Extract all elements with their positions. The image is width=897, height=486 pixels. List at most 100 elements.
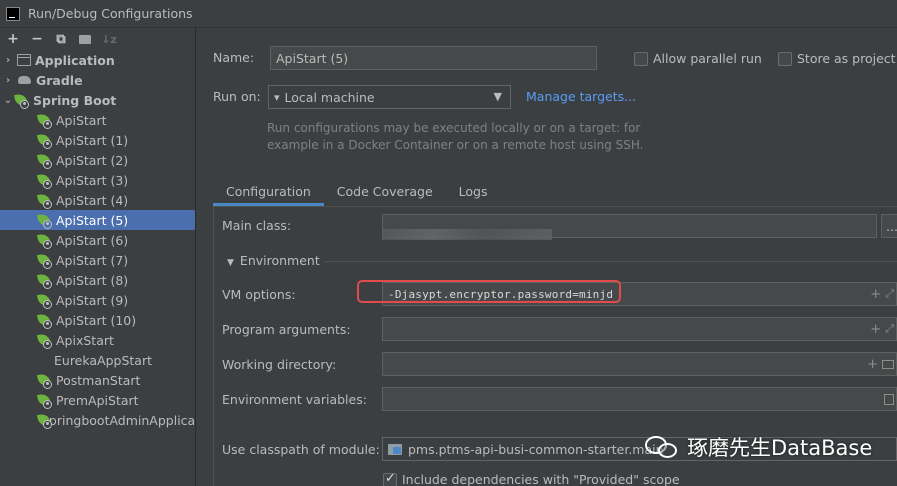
- tree-item-apistart-7[interactable]: ApiStart (7): [0, 250, 195, 270]
- watermark-text: 琢磨先生DataBase: [687, 436, 873, 460]
- tree-item-apixstart[interactable]: ApixStart: [0, 330, 195, 350]
- spring-boot-icon: [37, 152, 53, 169]
- tree-item-label: ApiStart (1): [56, 132, 129, 148]
- chevron-right-icon[interactable]: ›: [1, 75, 15, 86]
- program-arguments-label: Program arguments:: [222, 322, 351, 337]
- section-divider: [324, 261, 897, 262]
- name-input-value: ApiStart (5): [276, 50, 349, 66]
- redacted-main-class: [382, 229, 552, 240]
- tree-item-label: ApiStart (3): [56, 172, 129, 188]
- field-actions: + ⤢: [870, 318, 896, 340]
- tree-item-springbootadminapplication[interactable]: SpringbootAdminApplica: [0, 410, 195, 430]
- field-actions: [884, 388, 896, 410]
- spring-boot-icon: [37, 112, 53, 129]
- copy-configuration-button[interactable]: ⧉: [50, 29, 72, 49]
- tree-item-apistart-3[interactable]: ApiStart (3): [0, 170, 195, 190]
- tree-group-label: Application: [35, 52, 115, 68]
- expand-plus-icon[interactable]: +: [870, 322, 881, 337]
- new-folder-button[interactable]: [74, 29, 96, 49]
- tree-item-apistart-9[interactable]: ApiStart (9): [0, 290, 195, 310]
- tree-group-spring-boot[interactable]: ⌄ Spring Boot: [0, 90, 195, 110]
- tab-code-coverage[interactable]: Code Coverage: [324, 176, 446, 206]
- chevron-down-icon[interactable]: ⌄: [1, 95, 15, 106]
- field-actions: +: [867, 353, 896, 375]
- window-title: Run/Debug Configurations: [28, 6, 193, 21]
- tree-item-label: EurekaAppStart: [54, 352, 153, 368]
- tree-item-apistart-10[interactable]: ApiStart (10): [0, 310, 195, 330]
- expand-icon[interactable]: ⤢: [885, 287, 894, 301]
- environment-label: Environment: [239, 253, 320, 268]
- tree-item-apistart-2[interactable]: ApiStart (2): [0, 150, 195, 170]
- environment-variables-input[interactable]: [382, 387, 897, 411]
- working-directory-input[interactable]: +: [382, 352, 897, 376]
- spring-boot-icon: [37, 332, 53, 349]
- environment-section-toggle[interactable]: ▼ Environment: [227, 253, 320, 268]
- configuration-editor: Name: ApiStart (5) Allow parallel run St…: [197, 28, 897, 486]
- intellij-logo-icon: [6, 6, 20, 21]
- highlight-annotation: [357, 280, 621, 303]
- module-icon: [388, 443, 402, 455]
- gradle-icon: [17, 74, 33, 86]
- tree-item-label: ApiStart (2): [56, 152, 129, 168]
- main-class-browse-button[interactable]: ...: [881, 214, 897, 238]
- field-actions: + ⤢: [870, 283, 896, 305]
- tree-item-label: PostmanStart: [56, 372, 141, 388]
- working-directory-label: Working directory:: [222, 357, 337, 372]
- spring-boot-icon: [37, 132, 53, 149]
- classpath-module-value: pms.ptms-api-busi-common-starter.main: [408, 441, 664, 457]
- store-as-project-checkbox[interactable]: [778, 52, 792, 66]
- add-configuration-button[interactable]: +: [2, 29, 24, 49]
- wechat-logo-icon: [645, 434, 679, 460]
- tree-item-apistart[interactable]: ApiStart: [0, 110, 195, 130]
- expand-plus-icon[interactable]: +: [867, 357, 878, 372]
- main-class-label: Main class:: [222, 218, 292, 233]
- tree-item-postmanstart[interactable]: PostmanStart: [0, 370, 195, 390]
- spring-boot-icon: [37, 172, 53, 189]
- tree-item-apistart-6[interactable]: ApiStart (6): [0, 230, 195, 250]
- spring-boot-icon: [37, 372, 53, 389]
- remove-configuration-button[interactable]: −: [26, 29, 48, 49]
- store-as-project-label: Store as project f: [797, 51, 897, 66]
- tree-item-apistart-8[interactable]: ApiStart (8): [0, 270, 195, 290]
- folder-icon: [79, 34, 91, 44]
- tree-group-label: Spring Boot: [33, 92, 117, 108]
- tree-item-label: ApiStart: [56, 112, 107, 128]
- expand-plus-icon[interactable]: +: [870, 287, 881, 302]
- allow-parallel-checkbox[interactable]: [634, 52, 648, 66]
- title-bar: Run/Debug Configurations: [0, 0, 897, 28]
- folder-icon[interactable]: [882, 359, 894, 369]
- application-icon: [17, 54, 31, 66]
- chevron-down-icon: ▼: [227, 258, 234, 268]
- tree-item-apistart-1[interactable]: ApiStart (1): [0, 130, 195, 150]
- name-label: Name:: [213, 50, 255, 65]
- chevron-right-icon[interactable]: ›: [1, 55, 15, 66]
- tree-item-label: ApiStart (9): [56, 292, 129, 308]
- tree-item-apistart-5[interactable]: ApiStart (5): [0, 210, 195, 230]
- tree-item-label: ApiStart (8): [56, 272, 129, 288]
- tab-configuration[interactable]: Configuration: [213, 176, 324, 206]
- tree-group-gradle[interactable]: › Gradle: [0, 70, 195, 90]
- configurations-tree: › Application › Gradle ⌄ Spring Boot Api…: [0, 50, 195, 430]
- dropdown-arrow-icon: ▾: [274, 90, 280, 104]
- sort-button[interactable]: ↓z: [98, 29, 120, 49]
- program-arguments-input[interactable]: + ⤢: [382, 317, 897, 341]
- name-input[interactable]: ApiStart (5): [270, 46, 597, 70]
- spring-boot-icon: [37, 212, 53, 229]
- spring-boot-icon: [14, 92, 30, 109]
- tree-item-label: ApixStart: [56, 332, 114, 348]
- sidebar-toolbar: + − ⧉ ↓z: [0, 28, 195, 50]
- run-on-select[interactable]: ▾ Local machine ▼: [268, 85, 511, 109]
- include-provided-checkbox[interactable]: [383, 471, 397, 486]
- tree-item-label: ApiStart (10): [56, 312, 137, 328]
- tree-item-eurekaappstart[interactable]: EurekaAppStart: [0, 350, 195, 370]
- tree-item-apistart-4[interactable]: ApiStart (4): [0, 190, 195, 210]
- run-on-value: Local machine: [284, 89, 375, 105]
- expand-icon[interactable]: ⤢: [885, 322, 894, 336]
- manage-targets-link[interactable]: Manage targets...: [526, 89, 636, 104]
- run-on-label: Run on:: [213, 89, 261, 104]
- tree-group-application[interactable]: › Application: [0, 50, 195, 70]
- edit-variables-icon[interactable]: [884, 393, 894, 405]
- tree-item-label: ApiStart (6): [56, 232, 129, 248]
- tree-item-premapistart[interactable]: PremApiStart: [0, 390, 195, 410]
- tab-logs[interactable]: Logs: [446, 176, 501, 206]
